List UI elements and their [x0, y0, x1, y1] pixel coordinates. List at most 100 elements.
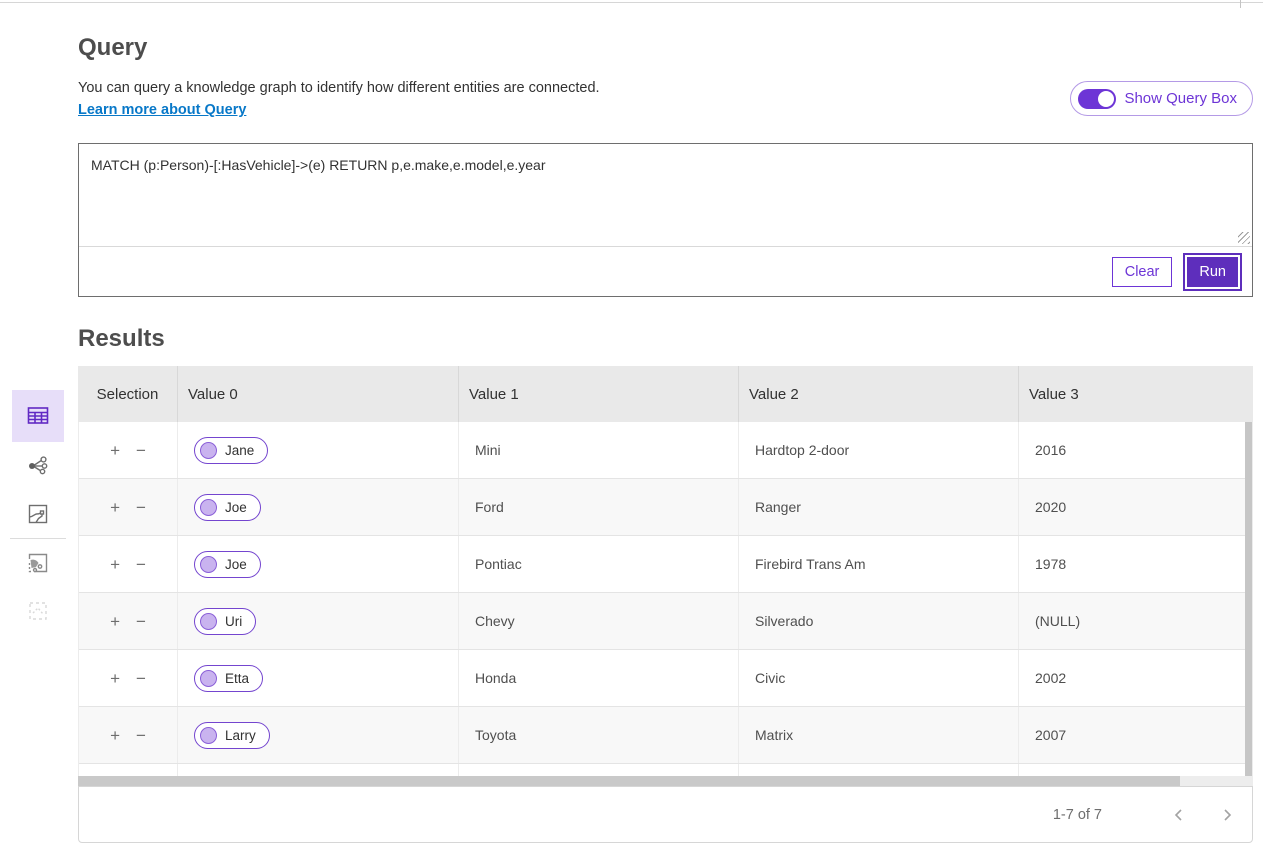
- entity-pill[interactable]: Larry: [194, 722, 270, 749]
- show-query-box-toggle[interactable]: Show Query Box: [1070, 81, 1253, 116]
- toggle-switch-icon[interactable]: [1078, 89, 1116, 109]
- sidebar-item-new-map-view[interactable]: [12, 539, 64, 587]
- pagination-range: 1-7 of 7: [1053, 807, 1102, 823]
- selection-cell: + −: [79, 707, 178, 763]
- page-title: Query: [78, 34, 147, 62]
- value1-cell: Mini: [459, 422, 739, 478]
- query-input[interactable]: MATCH (p:Person)-[:HasVehicle]->(e) RETU…: [79, 144, 1252, 246]
- link-chart-view-icon: [26, 454, 50, 478]
- previous-page-button[interactable]: [1170, 806, 1188, 824]
- add-to-selection-button[interactable]: +: [110, 613, 120, 630]
- query-editor-wrap: MATCH (p:Person)-[:HasVehicle]->(e) RETU…: [79, 144, 1252, 246]
- value3-cell: (NULL): [1019, 593, 1252, 649]
- table-row: + − Etta Honda Civic 2002: [79, 650, 1252, 707]
- value2-cell: Firebird Trans Am: [739, 536, 1019, 592]
- remove-from-selection-button[interactable]: −: [136, 727, 146, 744]
- value1-cell: Ford: [459, 479, 739, 535]
- top-edge-tick: [1240, 0, 1241, 8]
- remove-from-selection-button[interactable]: −: [136, 556, 146, 573]
- next-page-button[interactable]: [1218, 806, 1236, 824]
- entity-pill[interactable]: Uri: [194, 608, 256, 635]
- value2-cell: [739, 764, 1019, 776]
- column-header-value1: Value 1: [459, 366, 739, 422]
- table-row: + − Joe Ford Ranger 2020: [79, 479, 1252, 536]
- add-to-selection-button[interactable]: +: [110, 442, 120, 459]
- table-row-partial: + −: [79, 764, 1252, 776]
- value3-cell: 2016: [1019, 422, 1252, 478]
- value2-cell: Matrix: [739, 707, 1019, 763]
- column-header-value3: Value 3: [1019, 366, 1253, 422]
- top-divider: [0, 2, 1263, 3]
- column-header-selection: Selection: [78, 366, 178, 422]
- disabled-view-icon: [26, 599, 50, 623]
- run-button[interactable]: Run: [1183, 253, 1242, 291]
- value1-cell: [459, 764, 739, 776]
- query-page: Query You can query a knowledge graph to…: [0, 0, 1263, 847]
- entity-node-icon: [200, 670, 217, 687]
- query-box: MATCH (p:Person)-[:HasVehicle]->(e) RETU…: [78, 143, 1253, 297]
- entity-pill[interactable]: Joe: [194, 551, 261, 578]
- add-to-selection-button[interactable]: +: [110, 727, 120, 744]
- sidebar-item-link-chart-view[interactable]: [12, 442, 64, 490]
- table-view-icon: [26, 404, 50, 428]
- entity-node-icon: [200, 613, 217, 630]
- table-row: + − Joe Pontiac Firebird Trans Am 1978: [79, 536, 1252, 593]
- remove-from-selection-button[interactable]: −: [136, 442, 146, 459]
- entity-label: Etta: [225, 671, 249, 686]
- entity-pill[interactable]: Joe: [194, 494, 261, 521]
- value2-cell: Hardtop 2-door: [739, 422, 1019, 478]
- value3-cell: 2007: [1019, 707, 1252, 763]
- entity-pill[interactable]: Etta: [194, 665, 263, 692]
- view-sidebar: [12, 390, 64, 635]
- entity-cell: [178, 764, 459, 776]
- add-to-selection-button[interactable]: +: [110, 670, 120, 687]
- sidebar-item-map-view[interactable]: [12, 490, 64, 538]
- value3-cell: [1019, 764, 1252, 776]
- value3-cell: 1978: [1019, 536, 1252, 592]
- remove-from-selection-button[interactable]: −: [136, 499, 146, 516]
- remove-from-selection-button[interactable]: −: [136, 613, 146, 630]
- toggle-label: Show Query Box: [1124, 90, 1237, 107]
- add-to-selection-button[interactable]: +: [110, 499, 120, 516]
- selection-cell: + −: [79, 593, 178, 649]
- entity-node-icon: [200, 727, 217, 744]
- value1-cell: Chevy: [459, 593, 739, 649]
- entity-label: Joe: [225, 500, 247, 515]
- new-map-view-icon: [26, 551, 50, 575]
- learn-more-link[interactable]: Learn more about Query: [78, 102, 246, 118]
- table-row: + − Uri Chevy Silverado (NULL): [79, 593, 1252, 650]
- value1-cell: Honda: [459, 650, 739, 706]
- selection-cell: + −: [79, 650, 178, 706]
- query-actions: Clear Run: [79, 246, 1252, 296]
- entity-cell: Uri: [178, 593, 459, 649]
- results-table: Selection Value 0 Value 1 Value 2 Value …: [78, 366, 1253, 776]
- clear-button[interactable]: Clear: [1112, 257, 1173, 287]
- table-body: + − Jane Mini Hardtop 2-door 2016 + − Jo…: [78, 422, 1253, 776]
- entity-cell: Joe: [178, 479, 459, 535]
- horizontal-scrollbar-thumb[interactable]: [78, 776, 1180, 786]
- entity-label: Joe: [225, 557, 247, 572]
- value2-cell: Silverado: [739, 593, 1019, 649]
- entity-node-icon: [200, 499, 217, 516]
- value3-cell: 2002: [1019, 650, 1252, 706]
- column-header-value2: Value 2: [739, 366, 1019, 422]
- page-description: You can query a knowledge graph to ident…: [78, 80, 600, 96]
- entity-label: Larry: [225, 728, 256, 743]
- table-header-row: Selection Value 0 Value 1 Value 2 Value …: [78, 366, 1253, 422]
- value2-cell: Ranger: [739, 479, 1019, 535]
- entity-pill[interactable]: Jane: [194, 437, 268, 464]
- vertical-scrollbar[interactable]: [1245, 422, 1252, 776]
- entity-node-icon: [200, 442, 217, 459]
- add-to-selection-button[interactable]: +: [110, 556, 120, 573]
- remove-from-selection-button[interactable]: −: [136, 670, 146, 687]
- value2-cell: Civic: [739, 650, 1019, 706]
- sidebar-item-table-view[interactable]: [12, 390, 64, 442]
- entity-label: Uri: [225, 614, 242, 629]
- entity-cell: Etta: [178, 650, 459, 706]
- sidebar-item-disabled-view: [12, 587, 64, 635]
- entity-cell: Joe: [178, 536, 459, 592]
- entity-cell: Jane: [178, 422, 459, 478]
- value1-cell: Pontiac: [459, 536, 739, 592]
- resize-handle[interactable]: [1238, 232, 1250, 244]
- entity-label: Jane: [225, 443, 254, 458]
